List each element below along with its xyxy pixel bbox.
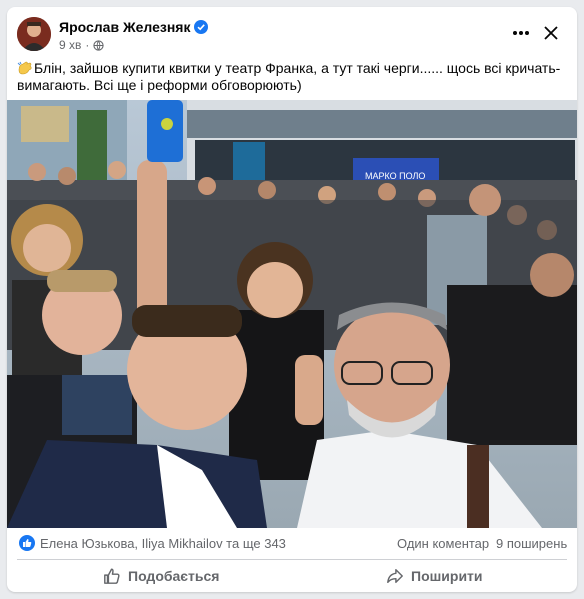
author-name[interactable]: Ярослав Железняк (59, 19, 209, 35)
globe-icon (93, 39, 105, 51)
close-icon (544, 26, 558, 40)
share-arrow-icon (387, 568, 403, 584)
comments-count[interactable]: Один коментар (397, 536, 489, 551)
like-label[interactable]: Подобається (128, 568, 219, 584)
post-text: Блін, зайшов купити квитки у театр Франк… (17, 60, 567, 94)
share-label[interactable]: Поширити (411, 568, 483, 584)
post-meta: 9 хв · (59, 38, 105, 52)
thumbs-up-icon (104, 568, 120, 584)
close-button[interactable] (537, 21, 565, 45)
like-button[interactable]: Подобається (103, 563, 219, 589)
post-header: Ярослав Железняк 9 хв · (7, 7, 577, 59)
actions-divider (17, 559, 567, 560)
more-options-icon (513, 31, 529, 35)
reactors-summary[interactable]: Елена Юзькова, Iliya Mikhailov та ще 343 (40, 536, 286, 551)
post-body: Блін, зайшов купити квитки у театр Франк… (17, 60, 561, 93)
share-button[interactable]: Поширити (386, 563, 483, 589)
post-photo[interactable]: МАРКО ПОЛО (7, 100, 577, 528)
hand-emoji-icon (17, 61, 32, 75)
meta-separator: · (85, 38, 90, 52)
shares-count[interactable]: 9 поширень (496, 536, 567, 551)
author-name-text[interactable]: Ярослав Железняк (59, 19, 190, 35)
author-avatar[interactable] (17, 17, 51, 51)
post-time[interactable]: 9 хв (59, 38, 81, 52)
photo-sign-text: МАРКО ПОЛО (365, 171, 425, 181)
post-card: Ярослав Железняк 9 хв · Блін, зайшов куп… (7, 7, 577, 592)
more-options-button[interactable] (507, 21, 535, 45)
like-reaction-icon (19, 535, 35, 551)
verified-badge-icon (194, 20, 209, 34)
